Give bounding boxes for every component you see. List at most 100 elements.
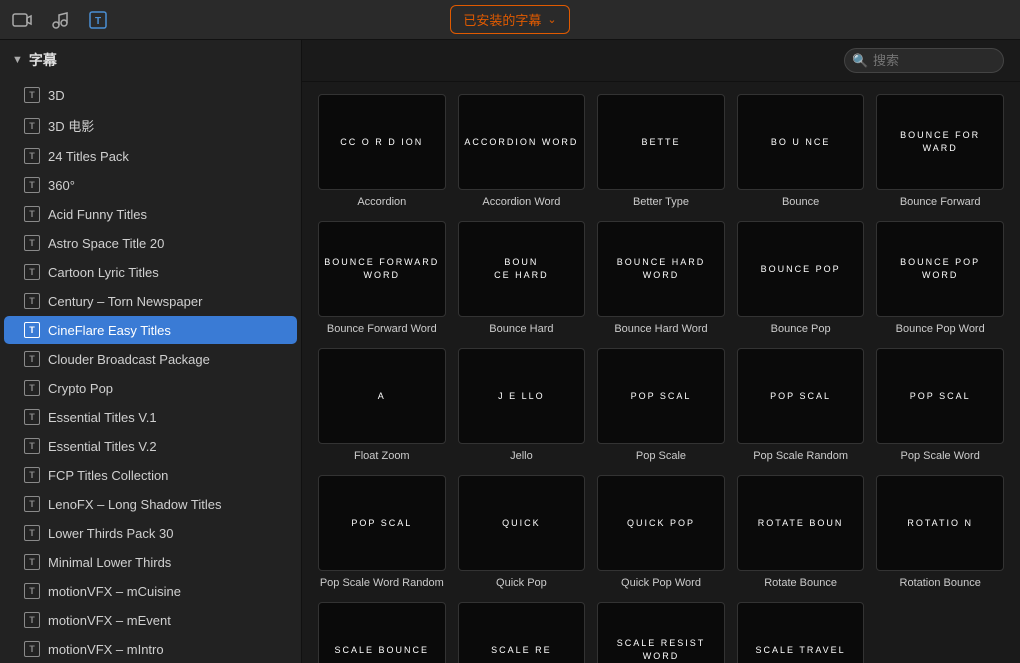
grid-item[interactable]: ACCORDION WORDAccordion Word [458, 94, 586, 209]
grid-item-label: Bounce Pop Word [876, 322, 1004, 336]
t-icon: T [24, 467, 40, 483]
grid-item[interactable]: J E LLOJello [458, 348, 586, 463]
grid-thumb: QUICK POP [597, 475, 725, 571]
grid-item[interactable]: POP SCAL Pop Scale Word [876, 348, 1004, 463]
sidebar-item-14[interactable]: TLenoFX – Long Shadow Titles [4, 490, 297, 518]
t-icon: T [24, 235, 40, 251]
grid-thumb: BOUNCE POP [737, 221, 865, 317]
sidebar-item-10[interactable]: TCrypto Pop [4, 374, 297, 402]
t-icon: T [24, 351, 40, 367]
thumb-preview-text: QUICK POP [623, 513, 699, 534]
grid-item[interactable]: ROTATE BOUNRotate Bounce [737, 475, 865, 590]
thumb-preview-text: POP SCAL [906, 386, 975, 407]
sidebar-item-7[interactable]: TCentury – Torn Newspaper [4, 287, 297, 315]
grid-item-label: Rotation Bounce [876, 576, 1004, 590]
titles-icon[interactable]: T [84, 6, 112, 34]
grid-item[interactable]: BOUNCE POP WORD Bounce Pop Word [876, 221, 1004, 336]
sidebar-item-6[interactable]: TCartoon Lyric Titles [4, 258, 297, 286]
grid-item[interactable]: SCALE BOUNCE [318, 602, 446, 663]
sidebar-item-12[interactable]: TEssential Titles V.2 [4, 432, 297, 460]
titles-grid: CC O R D ION Accordion ACCORDION WORDAccor… [318, 94, 1004, 663]
thumb-preview-text: CC O R D ION [336, 132, 427, 153]
grid-thumb: SCALE RESIST WORD [597, 602, 725, 663]
top-bar-icons: T [8, 6, 112, 34]
sidebar-item-16[interactable]: TMinimal Lower Thirds [4, 548, 297, 576]
grid-item[interactable]: ROTATIO NRotation Bounce [876, 475, 1004, 590]
grid-item-label: Float Zoom [318, 449, 446, 463]
sidebar-item-18[interactable]: TmotionVFX – mEvent [4, 606, 297, 634]
grid-item[interactable]: BOUNCE FORWARD WORDBounce Forward Word [318, 221, 446, 336]
grid-thumb: ACCORDION WORD [458, 94, 586, 190]
grid-item[interactable]: a Float Zoom [318, 348, 446, 463]
sidebar-items-list: T3DT3D 电影T24 Titles PackT360°TAcid Funny… [0, 81, 301, 663]
thumb-preview-text: POP SCAL [766, 386, 835, 407]
grid-thumb: SCALE TRAVEL [737, 602, 865, 663]
right-panel: 🔍 CC O R D ION Accordion ACCORDION WORDAcc… [302, 40, 1020, 663]
grid-item-label: Pop Scale [597, 449, 725, 463]
t-icon: T [24, 118, 40, 134]
thumb-preview-text: J E LLO [494, 386, 549, 407]
grid-item[interactable]: BOUNCE POPBounce Pop [737, 221, 865, 336]
grid-item[interactable]: POP SCALPop Scale Word Random [318, 475, 446, 590]
sidebar-item-3[interactable]: T360° [4, 171, 297, 199]
grid-thumb: a [318, 348, 446, 444]
installed-subtitles-dropdown[interactable]: 已安装的字幕 ⌄ [450, 5, 569, 34]
sidebar-item-11[interactable]: TEssential Titles V.1 [4, 403, 297, 431]
t-icon: T [24, 496, 40, 512]
sidebar-item-19[interactable]: TmotionVFX – mIntro [4, 635, 297, 663]
thumb-preview-text: BOUNCE POP WORD [877, 252, 1003, 285]
svg-text:T: T [95, 16, 101, 27]
sidebar-item-15[interactable]: TLower Thirds Pack 30 [4, 519, 297, 547]
sidebar-item-label: 24 Titles Pack [48, 149, 129, 164]
sidebar-item-4[interactable]: TAcid Funny Titles [4, 200, 297, 228]
grid-item[interactable]: QUICK POPQuick Pop Word [597, 475, 725, 590]
sidebar-item-label: 3D [48, 88, 65, 103]
sidebar: ▼ 字幕 T3DT3D 电影T24 Titles PackT360°TAcid … [0, 40, 302, 663]
sidebar-item-label: Essential Titles V.1 [48, 410, 157, 425]
sidebar-header: ▼ 字幕 [0, 40, 301, 80]
video-icon[interactable] [8, 6, 36, 34]
grid-item-label: Better Type [597, 195, 725, 209]
grid-item-label: Pop Scale Word [876, 449, 1004, 463]
thumb-preview-text: BOUNCE POP [757, 259, 845, 280]
grid-thumb: BO U NCE [737, 94, 865, 190]
grid-item[interactable]: POP SCALPop Scale Random [737, 348, 865, 463]
grid-item-label: Accordion [318, 195, 446, 209]
grid-item[interactable]: SCALE TRAVEL [737, 602, 865, 663]
grid-item[interactable]: POP SCALPop Scale [597, 348, 725, 463]
sidebar-item-label: Century – Torn Newspaper [48, 294, 202, 309]
grid-item[interactable]: SCALE RESIST WORD [597, 602, 725, 663]
grid-item[interactable]: BOUNCE HARD WORDBounce Hard Word [597, 221, 725, 336]
grid-thumb: SCALE BOUNCE [318, 602, 446, 663]
search-icon: 🔍 [852, 53, 868, 69]
grid-item[interactable]: QUICKQuick Pop [458, 475, 586, 590]
grid-item[interactable]: BOUN CE HARDBounce Hard [458, 221, 586, 336]
t-icon: T [24, 148, 40, 164]
t-icon: T [24, 438, 40, 454]
sidebar-item-17[interactable]: TmotionVFX – mCuisine [4, 577, 297, 605]
grid-item[interactable]: BETTE Better Type [597, 94, 725, 209]
grid-thumb: POP SCAL [737, 348, 865, 444]
grid-thumb: BOUNCE FORWARD WORD [318, 221, 446, 317]
sidebar-collapse-arrow[interactable]: ▼ [12, 54, 23, 66]
sidebar-item-9[interactable]: TClouder Broadcast Package [4, 345, 297, 373]
sidebar-item-1[interactable]: T 3D 电影 [4, 110, 297, 141]
grid-thumb: BETTE [597, 94, 725, 190]
thumb-preview-text: POP SCAL [347, 513, 416, 534]
sidebar-item-2[interactable]: T 24 Titles Pack [4, 142, 297, 170]
grid-item[interactable]: BO U NCEBounce [737, 94, 865, 209]
grid-thumb: POP SCAL [876, 348, 1004, 444]
t-icon: T [24, 583, 40, 599]
grid-item-label: Bounce Hard [458, 322, 586, 336]
sidebar-item-label: 3D 电影 [48, 116, 94, 135]
grid-item[interactable]: BOUNCE FOR WARDBounce Forward [876, 94, 1004, 209]
grid-item[interactable]: SCALE RE [458, 602, 586, 663]
sidebar-item-label: Minimal Lower Thirds [48, 555, 171, 570]
grid-thumb: QUICK [458, 475, 586, 571]
grid-item[interactable]: CC O R D ION Accordion [318, 94, 446, 209]
sidebar-item-5[interactable]: TAstro Space Title 20 [4, 229, 297, 257]
music-icon[interactable] [46, 6, 74, 34]
sidebar-item-8[interactable]: TCineFlare Easy Titles [4, 316, 297, 344]
sidebar-item-13[interactable]: TFCP Titles Collection [4, 461, 297, 489]
sidebar-item-0[interactable]: T3D [4, 81, 297, 109]
